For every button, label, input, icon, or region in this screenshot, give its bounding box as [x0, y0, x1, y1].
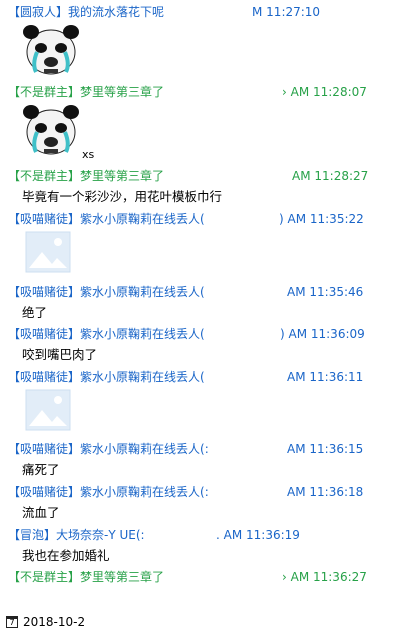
sender-role[interactable]: 【圆寂人】	[8, 5, 68, 19]
sender-name[interactable]: 紫水小原鞠莉在线丢人(:	[80, 485, 209, 499]
message-time: ) AM 11:36:09	[280, 327, 365, 341]
date-label: 2018-10-2	[23, 614, 86, 629]
message-time: AM 11:36:11	[287, 370, 364, 384]
message-time: M 11:27:10	[252, 5, 321, 19]
message-header: 【吸喵赌徒】紫水小原鞠莉在线丢人(	[8, 209, 205, 229]
message-time: AM 11:36:15	[287, 442, 364, 456]
sender-role[interactable]: 【吸喵赌徒】	[8, 212, 80, 226]
calendar-icon-glyph: 7	[9, 617, 15, 627]
sender-name[interactable]: 梦里等第三章了	[80, 85, 164, 99]
sender-name[interactable]: 紫水小原鞠莉在线丢人(:	[80, 442, 209, 456]
sender-name[interactable]: 我的流水落花下呢	[68, 5, 164, 19]
sender-role[interactable]: 【冒泡】	[8, 528, 56, 542]
message-header: 【吸喵赌徒】紫水小原鞠莉在线丢人(:	[8, 439, 209, 459]
message-header: 【不是群主】梦里等第三章了	[8, 166, 164, 186]
image-placeholder[interactable]	[20, 388, 82, 436]
message-text: 绝了	[22, 305, 48, 320]
message-header: 【吸喵赌徒】紫水小原鞠莉在线丢人(	[8, 324, 205, 344]
sender-role[interactable]: 【不是群主】	[8, 85, 80, 99]
sender-role[interactable]: 【不是群主】	[8, 570, 80, 584]
message-time: AM 11:36:18	[287, 485, 364, 499]
sender-role[interactable]: 【吸喵赌徒】	[8, 442, 80, 456]
message-text: 痛死了	[22, 462, 60, 477]
sender-name[interactable]: 大场奈奈-Y UE(:	[56, 528, 145, 542]
message-time: ) AM 11:35:22	[279, 212, 364, 226]
panda-meme-image[interactable]	[20, 102, 82, 160]
message-text: 流血了	[22, 505, 60, 520]
image-placeholder[interactable]	[20, 230, 82, 278]
sender-name[interactable]: 紫水小原鞠莉在线丢人(	[80, 370, 205, 384]
sender-role[interactable]: 【吸喵赌徒】	[8, 370, 80, 384]
message-header: 【冒泡】大场奈奈-Y UE(:	[8, 525, 145, 545]
date-footer: 7 2018-10-2	[0, 606, 416, 637]
message-header: 【吸喵赌徒】紫水小原鞠莉在线丢人(	[8, 367, 205, 387]
sender-role[interactable]: 【不是群主】	[8, 169, 80, 183]
sender-role[interactable]: 【吸喵赌徒】	[8, 485, 80, 499]
calendar-icon: 7	[6, 615, 18, 628]
sender-name[interactable]: 紫水小原鞠莉在线丢人(	[80, 327, 205, 341]
message-time: › AM 11:28:07	[282, 85, 367, 99]
message-header: 【吸喵赌徒】紫水小原鞠莉在线丢人(:	[8, 482, 209, 502]
message-time: › AM 11:36:27	[282, 570, 367, 584]
message-text: 毕竟有一个彩沙沙，用花叶模板巾行	[22, 189, 223, 204]
sender-name[interactable]: 梦里等第三章了	[80, 570, 164, 584]
sender-name[interactable]: 紫水小原鞠莉在线丢人(	[80, 285, 205, 299]
message-text: 咬到嘴巴肉了	[22, 347, 98, 362]
message-header: 【圆寂人】我的流水落花下呢	[8, 2, 164, 22]
message-time: AM 11:28:27	[292, 169, 369, 183]
message-header: 【不是群主】梦里等第三章了	[8, 567, 164, 587]
message-time: . AM 11:36:19	[216, 528, 300, 542]
sender-name[interactable]: 梦里等第三章了	[80, 169, 164, 183]
message-header: 【不是群主】梦里等第三章了	[8, 82, 164, 102]
sender-role[interactable]: 【吸喵赌徒】	[8, 285, 80, 299]
message-time: AM 11:35:46	[287, 285, 364, 299]
sender-name[interactable]: 紫水小原鞠莉在线丢人(	[80, 212, 205, 226]
message-suffix-text: xs	[82, 148, 95, 161]
message-header: 【吸喵赌徒】紫水小原鞠莉在线丢人(	[8, 282, 205, 302]
panda-meme-image[interactable]	[20, 22, 82, 80]
chat-log: 【圆寂人】我的流水落花下呢 M 11:27:10 【不是群主】梦里等第三章了 ›…	[0, 0, 416, 637]
message-text: 我也在参加婚礼	[22, 548, 110, 563]
sender-role[interactable]: 【吸喵赌徒】	[8, 327, 80, 341]
